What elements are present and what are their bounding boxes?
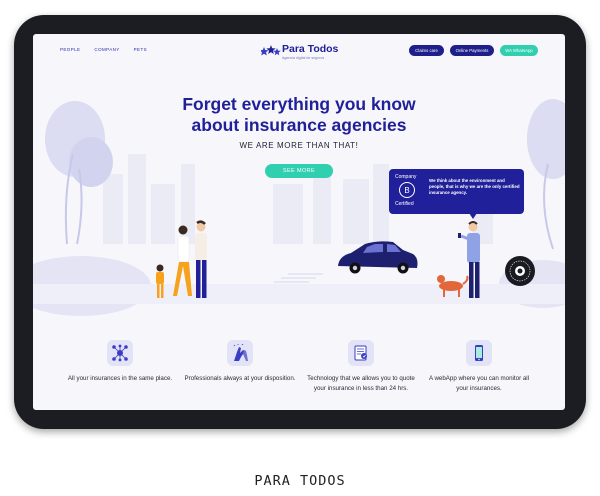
caption-title: PARA TODOS (254, 473, 346, 489)
high-five-icon (227, 340, 253, 366)
feature-text: Professionals always at your disposition… (184, 375, 296, 382)
mobile-icon (466, 340, 492, 366)
logo-tagline: Agencia digital de seguros (282, 56, 325, 60)
see-more-button[interactable]: SEE MORE (265, 164, 333, 178)
nav-link-pets[interactable]: PETS (134, 47, 147, 52)
feature-item: All your insurances in the same place. (64, 340, 176, 384)
feature-item: Professionals always at your disposition… (184, 340, 296, 384)
car-illustration (338, 241, 418, 274)
b-corp-icon: B (399, 182, 415, 198)
whatsapp-button[interactable]: WA WhatsApp (500, 45, 538, 56)
hero-title-line1: Forget everything you know (182, 94, 416, 114)
bubble-company-label: Company (395, 174, 417, 180)
document-icon (348, 340, 374, 366)
online-payments-button[interactable]: Online Payments (450, 45, 494, 56)
bubble-certified-label: Certified (395, 201, 414, 207)
feature-item: A webApp where you can monitor all your … (423, 340, 535, 394)
feature-item: Technology that we allows you to quote y… (305, 340, 417, 394)
main-nav: PEOPLE COMPANY PETS (60, 47, 147, 52)
logo-name: Para Todos (282, 43, 339, 55)
bubble-tail (469, 213, 477, 219)
bubble-text: We think about the environment and peopl… (429, 178, 520, 195)
hero-title: Forget everything you know about insuran… (33, 94, 565, 136)
feature-text: All your insurances in the same place. (67, 375, 173, 382)
feature-text: Technology that we allows you to quote y… (307, 375, 415, 392)
network-icon (107, 340, 133, 366)
hero-title-line2: about insurance agencies (191, 115, 407, 135)
nav-link-people[interactable]: PEOPLE (60, 47, 80, 52)
stars-logo-icon (261, 45, 281, 56)
website-screen: PEOPLE COMPANY PETS Para Todos Agencia d… (33, 34, 565, 410)
nav-link-company[interactable]: COMPANY (94, 47, 119, 52)
feature-text: A webApp where you can monitor all your … (428, 375, 530, 392)
hero-subtitle: WE ARE MORE THAN THAT! (239, 141, 359, 150)
claims-button[interactable]: Claims care (409, 45, 444, 56)
seal-badge (505, 256, 535, 286)
certified-bubble: Company B Certified We think about the e… (389, 169, 524, 214)
brand-logo[interactable]: Para Todos Agencia digital de seguros (261, 42, 341, 64)
